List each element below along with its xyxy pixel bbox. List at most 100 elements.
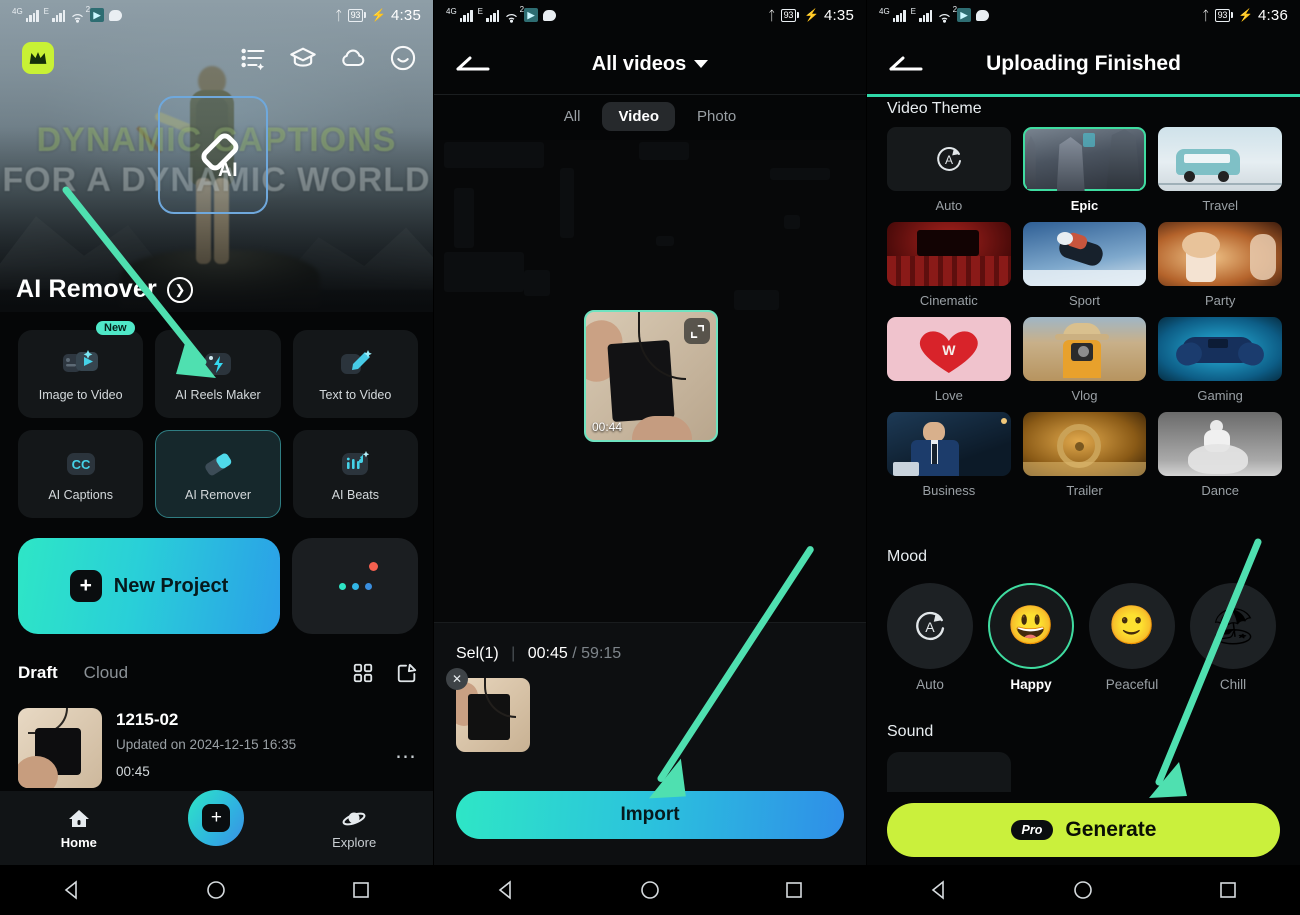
svg-text:CC: CC (71, 457, 90, 472)
edit-select-icon[interactable] (396, 662, 418, 684)
clock-label: 4:35 (391, 6, 421, 24)
tool-image-to-video[interactable]: New Image to Video (18, 321, 144, 418)
message-bubble-icon (109, 9, 123, 21)
wifi-superscript: 2 (519, 5, 525, 14)
android-recents-icon[interactable] (1216, 878, 1240, 902)
placeholder-tile (524, 270, 550, 296)
mood-icon-auto: A (887, 583, 973, 669)
android-back-icon[interactable] (927, 878, 951, 902)
tool-ai-reels-maker[interactable]: AI Reels Maker (155, 330, 281, 418)
create-fab-button[interactable]: + (188, 790, 245, 846)
smiley-icon[interactable] (389, 44, 417, 72)
theme-label: Dance (1201, 483, 1239, 498)
signal-bars-icon-2 (52, 9, 66, 22)
clock-label: 4:35 (824, 6, 854, 24)
theme-label: Vlog (1071, 388, 1098, 403)
generate-title: Uploading Finished (986, 52, 1181, 75)
android-system-nav (0, 865, 433, 915)
ai-diamond-icon (201, 133, 239, 171)
theme-thumbnail (887, 412, 1011, 476)
android-recents-icon[interactable] (349, 878, 373, 902)
tab-cloud[interactable]: Cloud (84, 663, 128, 683)
network-type-label-2: E (43, 7, 50, 16)
theme-label: Travel (1202, 198, 1238, 213)
chevron-right-icon: ❯ (166, 276, 193, 303)
music-beats-icon (335, 447, 375, 481)
theme-option-trailer[interactable]: Trailer (1022, 412, 1147, 498)
theme-label: Auto (935, 198, 963, 213)
android-back-icon[interactable] (60, 878, 84, 902)
theme-option-travel[interactable]: Travel (1158, 127, 1282, 213)
nav-item-explore[interactable]: Explore (306, 807, 402, 850)
template-list-icon[interactable] (239, 44, 267, 72)
selection-total: 59:15 (581, 645, 622, 662)
nav-label: Home (60, 834, 97, 850)
hero-top-icons (239, 44, 417, 72)
selected-clip-thumbnail[interactable] (456, 678, 530, 752)
graduation-cap-icon[interactable] (289, 44, 317, 72)
theme-option-party[interactable]: Party (1158, 222, 1282, 308)
mood-option-auto[interactable]: A Auto (887, 583, 973, 692)
draft-more-icon[interactable]: ⋯ (395, 708, 418, 788)
mood-label: Happy (1010, 677, 1052, 692)
theme-option-gaming[interactable]: Gaming (1158, 317, 1282, 403)
theme-option-dance[interactable]: Dance (1158, 412, 1282, 498)
tool-text-to-video[interactable]: Text to Video (292, 330, 418, 418)
theme-option-business[interactable]: Business (887, 412, 1011, 498)
mood-option-chill[interactable]: 🏖 Chill (1190, 583, 1276, 692)
theme-label: Sport (1068, 293, 1101, 308)
tab-draft[interactable]: Draft (18, 663, 58, 683)
grid-view-icon[interactable] (352, 662, 374, 684)
theme-option-epic[interactable]: Epic (1022, 127, 1147, 213)
tool-ai-captions[interactable]: CC AI Captions (18, 430, 144, 518)
sound-option-card[interactable] (887, 752, 1011, 792)
android-recents-icon[interactable] (782, 878, 806, 902)
home-icon (68, 809, 89, 827)
tool-ai-remover[interactable]: AI Remover (155, 430, 281, 518)
theme-option-love[interactable]: W Love (887, 317, 1011, 403)
mood-option-peaceful[interactable]: 🙂 Peaceful (1089, 583, 1175, 692)
network-type-label: 4G (12, 7, 23, 16)
video-thumbnail-card[interactable]: 00:44 (584, 310, 718, 442)
network-type-label-2: E (910, 7, 917, 16)
android-home-icon[interactable] (204, 878, 228, 902)
picker-title[interactable]: All videos (434, 53, 866, 76)
ai-remover-cta[interactable]: AI Remover ❯ (16, 275, 193, 304)
cloud-icon[interactable] (339, 44, 367, 72)
new-project-button[interactable]: + New Project (18, 538, 280, 634)
tool-label: AI Beats (331, 487, 379, 502)
mood-label: Peaceful (1105, 677, 1159, 692)
theme-option-auto[interactable]: A Auto (887, 127, 1011, 213)
picker-title-label: All videos (591, 52, 687, 75)
tool-label: AI Captions (48, 487, 113, 502)
mood-option-happy[interactable]: 😃 Happy (988, 583, 1074, 692)
android-home-icon[interactable] (1071, 878, 1095, 902)
import-button[interactable]: Import (456, 791, 844, 839)
theme-option-vlog[interactable]: Vlog (1022, 317, 1147, 403)
media-type-tabs: All Video Photo (434, 102, 866, 131)
crown-icon[interactable] (22, 42, 54, 74)
draft-list-item[interactable]: 1215-02 Updated on 2024-12-15 16:35 00:4… (18, 708, 418, 788)
more-options-card[interactable] (292, 538, 418, 634)
tab-all[interactable]: All (548, 102, 597, 131)
hero-banner[interactable]: DYNAMIC CAPTIONS FOR A DYNAMIC WORLD AI (0, 0, 433, 312)
remove-selection-icon[interactable]: ✕ (446, 668, 468, 690)
picker-header: All videos (434, 34, 866, 94)
expand-preview-icon[interactable] (684, 318, 710, 344)
new-badge: New (96, 321, 135, 335)
mood-icon-happy: 😃 (988, 583, 1074, 669)
tool-label: Image to Video (38, 387, 123, 402)
android-back-icon[interactable] (494, 878, 518, 902)
draft-title: 1215-02 (116, 710, 179, 729)
android-home-icon[interactable] (638, 878, 662, 902)
battery-level: 93 (780, 8, 797, 22)
theme-option-sport[interactable]: Sport (1022, 222, 1147, 308)
tab-photo[interactable]: Photo (681, 102, 752, 131)
battery-level: 93 (347, 8, 364, 22)
generate-button[interactable]: Pro Generate (887, 803, 1280, 857)
nav-item-home[interactable]: Home (31, 807, 127, 850)
theme-option-cinematic[interactable]: Cinematic (887, 222, 1011, 308)
tab-video[interactable]: Video (602, 102, 676, 131)
theme-label: Cinematic (919, 293, 978, 308)
tool-ai-beats[interactable]: AI Beats (292, 430, 418, 518)
